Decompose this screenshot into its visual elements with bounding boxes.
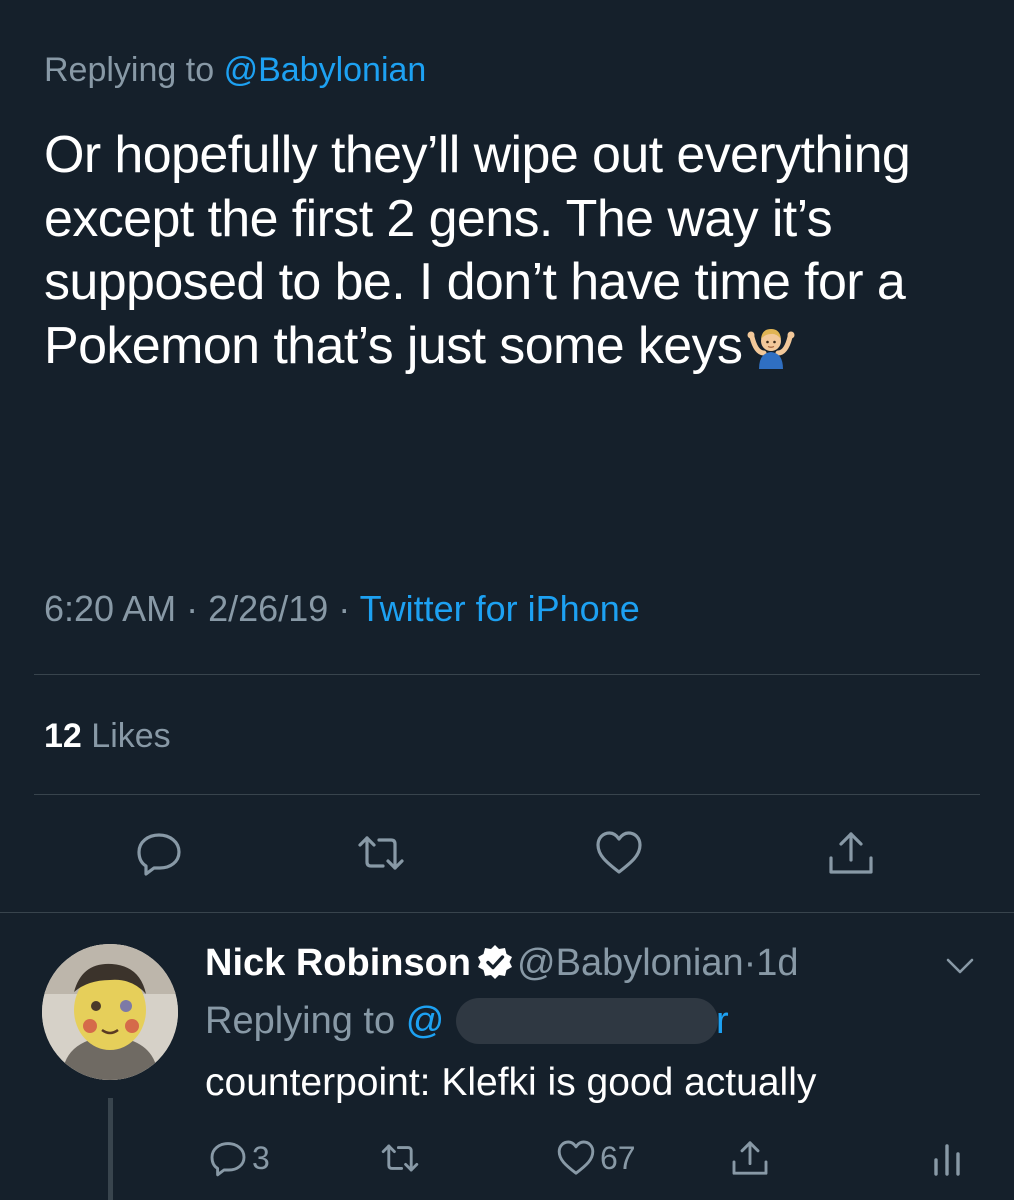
replying-to-label: Replying to <box>44 51 215 89</box>
retweet-action[interactable] <box>380 1136 420 1180</box>
reply-time: 1d <box>756 942 799 984</box>
avatar[interactable] <box>42 944 178 1080</box>
share-icon <box>732 1141 768 1175</box>
redacted-handle-overlay <box>456 998 718 1044</box>
meta-separator: · <box>743 942 757 984</box>
divider <box>34 794 980 795</box>
tweet-time: 6:20 AM <box>44 588 177 629</box>
replying-to-handle-link[interactable]: @Babylonian <box>224 51 427 89</box>
tweet-source-link[interactable]: Twitter for iPhone <box>360 588 640 629</box>
divider <box>34 674 980 675</box>
replying-to-handle-tail[interactable]: r <box>716 996 729 1046</box>
chevron-down-icon[interactable] <box>944 950 976 982</box>
retweet-icon <box>381 1144 419 1172</box>
share-icon[interactable] <box>826 828 876 878</box>
likes-label: Likes <box>91 717 171 755</box>
reply-header: Nick Robinson @Babylonian·1d <box>205 938 799 988</box>
retweet-icon[interactable] <box>356 828 406 878</box>
reply-text: counterpoint: Klefki is good actually <box>205 1061 817 1104</box>
divider <box>0 912 1014 913</box>
analytics-icon <box>934 1144 960 1176</box>
likes-count: 12 <box>44 717 82 755</box>
replying-to-handle-link[interactable]: @ <box>406 1000 445 1042</box>
share-action[interactable] <box>730 1136 770 1180</box>
reply-icon <box>210 1142 246 1177</box>
like-count: 67 <box>600 1139 636 1176</box>
thread-connector-line <box>108 1098 113 1200</box>
replying-to-label: Replying to <box>205 1000 396 1042</box>
tweet-meta: 6:20 AM · 2/26/19 · Twitter for iPhone <box>44 586 640 632</box>
like-icon <box>557 1140 595 1175</box>
reply-author-name[interactable]: Nick Robinson <box>205 942 471 984</box>
like-icon[interactable] <box>594 828 644 878</box>
reply-count: 3 <box>252 1139 270 1176</box>
analytics-action[interactable] <box>928 1136 968 1180</box>
avatar-image <box>42 944 178 1080</box>
reply-replying-to-line: Replying to @ <box>205 996 444 1046</box>
likes-summary[interactable]: 12 Likes <box>44 714 171 758</box>
meta-separator: · <box>186 588 199 629</box>
like-action[interactable]: 67 <box>556 1136 636 1180</box>
verified-badge-icon <box>478 945 513 979</box>
reply-action[interactable]: 3 <box>208 1136 270 1180</box>
replying-to-line: Replying to @Babylonian <box>44 48 426 92</box>
person-shrugging-emoji-icon <box>747 328 795 369</box>
meta-separator: · <box>338 588 351 629</box>
tweet-text: Or hopefully they’ll wipe out everything… <box>44 124 984 378</box>
reply-icon[interactable] <box>134 828 184 878</box>
tweet-date: 2/26/19 <box>208 588 329 629</box>
reply-author-handle[interactable]: @Babylonian <box>517 942 744 984</box>
